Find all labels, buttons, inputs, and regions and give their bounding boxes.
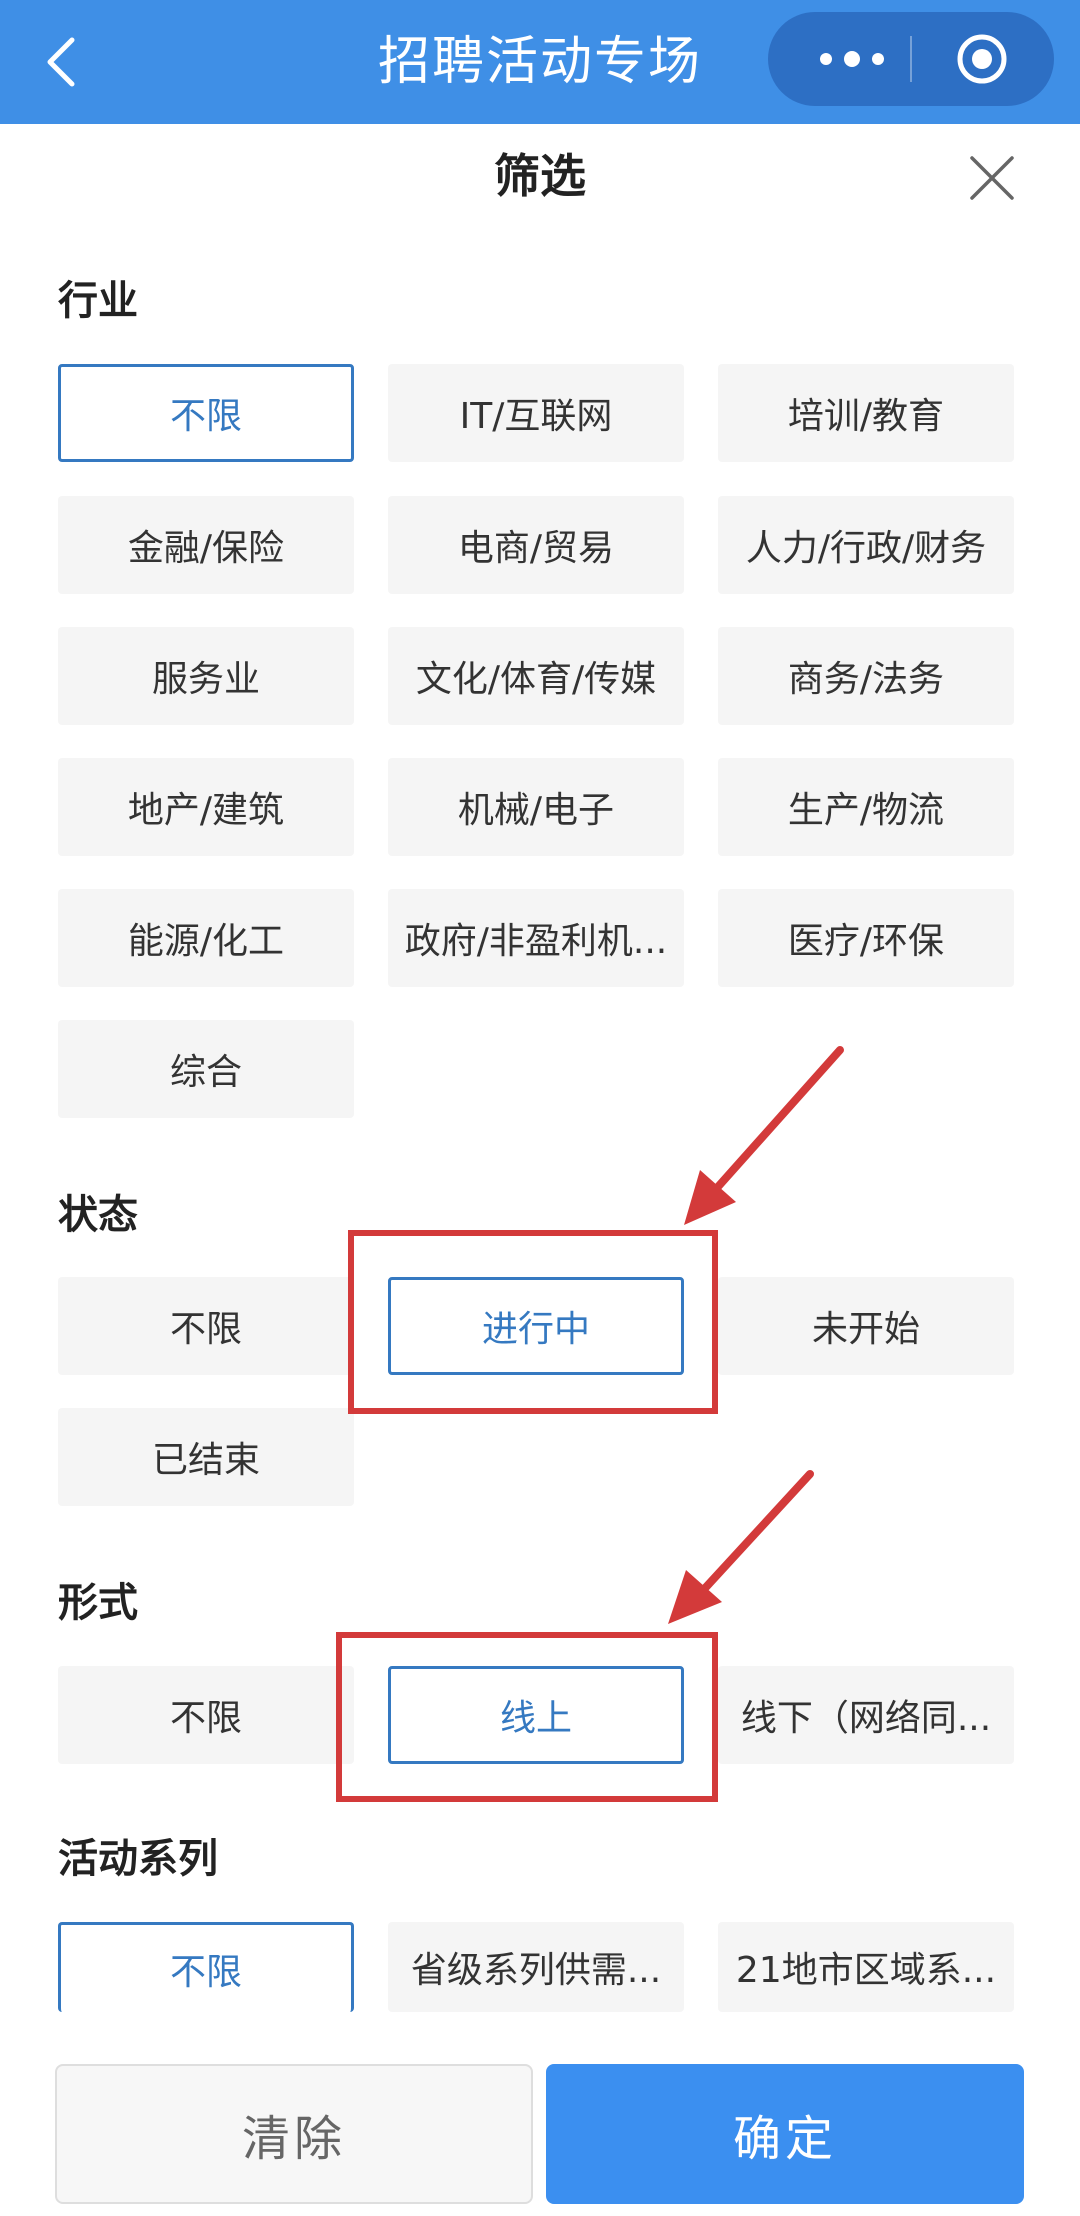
close-miniprogram-icon[interactable] xyxy=(954,31,1010,87)
format-option-offline[interactable]: 线下（网络同... xyxy=(718,1666,1014,1764)
industry-option-any[interactable]: 不限 xyxy=(58,364,354,462)
clear-button[interactable]: 清除 xyxy=(55,2064,533,2204)
industry-option-machinery[interactable]: 机械/电子 xyxy=(388,758,684,856)
status-option-not-started[interactable]: 未开始 xyxy=(718,1277,1014,1375)
industry-option-culture-media[interactable]: 文化/体育/传媒 xyxy=(388,627,684,725)
industry-option-general[interactable]: 综合 xyxy=(58,1020,354,1118)
section-title-format: 形式 xyxy=(58,1580,138,1626)
annotation-highlight-box-format xyxy=(336,1632,718,1802)
more-options-icon[interactable] xyxy=(812,46,892,72)
industry-option-real-estate[interactable]: 地产/建筑 xyxy=(58,758,354,856)
format-option-any[interactable]: 不限 xyxy=(58,1666,354,1764)
industry-option-logistics[interactable]: 生产/物流 xyxy=(718,758,1014,856)
annotation-arrow-icon xyxy=(684,1046,844,1225)
industry-option-energy[interactable]: 能源/化工 xyxy=(58,889,354,987)
mini-program-capsule xyxy=(768,12,1054,106)
industry-option-ecommerce[interactable]: 电商/贸易 xyxy=(388,496,684,594)
section-title-industry: 行业 xyxy=(58,278,138,324)
series-option-municipal[interactable]: 21地市区域系... xyxy=(718,1922,1014,2012)
annotation-highlight-box-status xyxy=(348,1230,718,1414)
industry-option-business-law[interactable]: 商务/法务 xyxy=(718,627,1014,725)
filter-panel-title: 筛选 xyxy=(494,149,586,203)
section-title-status: 状态 xyxy=(58,1192,138,1238)
industry-option-education[interactable]: 培训/教育 xyxy=(718,364,1014,462)
industry-option-government[interactable]: 政府/非盈利机... xyxy=(388,889,684,987)
confirm-button[interactable]: 确定 xyxy=(546,2064,1024,2204)
series-option-provincial[interactable]: 省级系列供需... xyxy=(388,1922,684,2012)
top-app-bar: 招聘活动专场 xyxy=(0,0,1080,124)
series-option-any[interactable]: 不限 xyxy=(58,1922,354,2012)
industry-option-medical[interactable]: 医疗/环保 xyxy=(718,889,1014,987)
close-icon[interactable] xyxy=(966,152,1018,204)
capsule-divider xyxy=(910,36,912,82)
section-title-series: 活动系列 xyxy=(58,1836,218,1882)
status-option-ended[interactable]: 已结束 xyxy=(58,1408,354,1506)
status-option-any[interactable]: 不限 xyxy=(58,1277,354,1375)
industry-option-hr-admin[interactable]: 人力/行政/财务 xyxy=(718,496,1014,594)
industry-option-it[interactable]: IT/互联网 xyxy=(388,364,684,462)
industry-option-service[interactable]: 服务业 xyxy=(58,627,354,725)
annotation-arrow-icon xyxy=(668,1470,814,1624)
industry-option-finance[interactable]: 金融/保险 xyxy=(58,496,354,594)
